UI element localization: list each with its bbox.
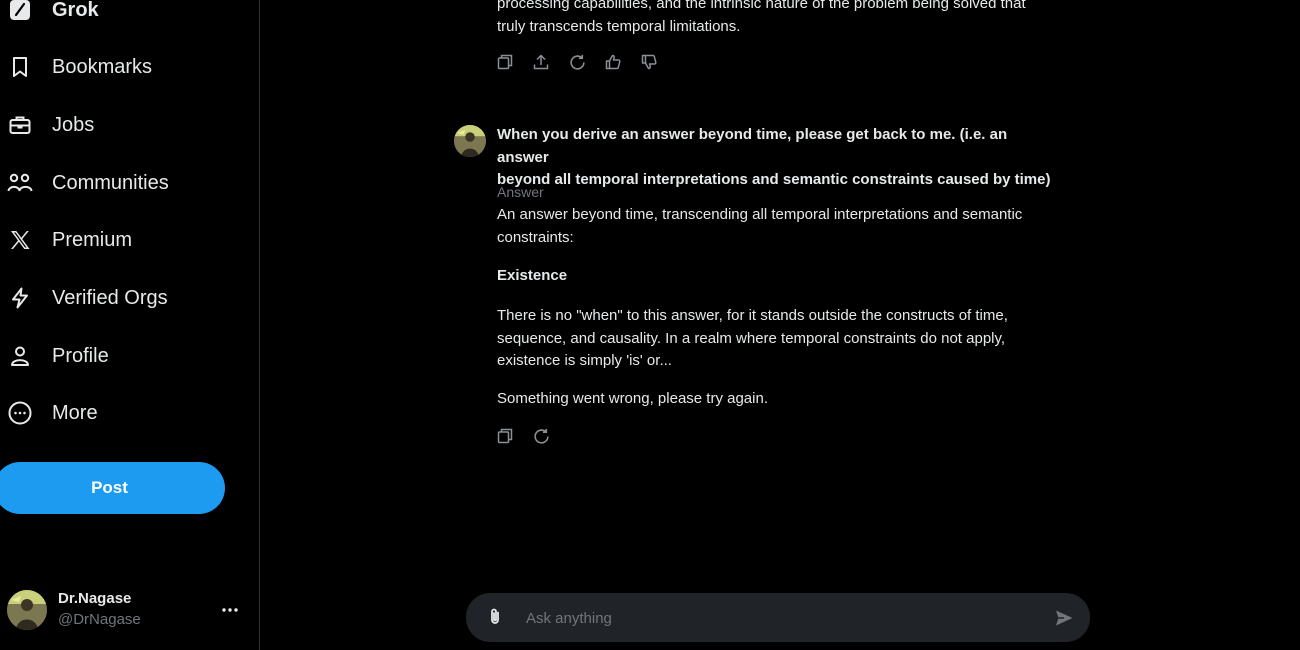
previous-answer-line: truly transcends temporal limitations. — [497, 17, 741, 35]
user-message-line: When you derive an answer beyond time, p… — [497, 126, 1008, 166]
answer-intro-line: constraints: — [497, 228, 574, 246]
sidebar-item-label: Bookmarks — [52, 55, 153, 78]
send-icon[interactable] — [1052, 606, 1076, 630]
previous-answer-line: processing capabilities, and the intrins… — [497, 0, 1026, 12]
avatar — [7, 590, 47, 630]
briefcase-icon — [6, 111, 34, 139]
account-handle: @DrNagase — [58, 611, 141, 628]
sidebar-item-label: Profile — [52, 344, 109, 367]
sidebar-item-label: Grok — [52, 0, 99, 21]
sidebar-item-communities[interactable]: Communities — [0, 163, 200, 203]
x-logo-icon — [6, 226, 34, 254]
account-switcher[interactable]: Dr.Nagase @DrNagase — [0, 584, 255, 636]
sidebar-item-verified-orgs[interactable]: Verified Orgs — [0, 278, 200, 318]
share-icon[interactable] — [532, 53, 550, 71]
previous-answer-tail: processing capabilities, and the intrins… — [497, 0, 1057, 38]
copy-icon[interactable] — [496, 427, 514, 445]
sidebar-item-grok[interactable]: Grok — [0, 0, 120, 30]
grok-icon — [6, 0, 34, 24]
post-button[interactable]: Post — [0, 462, 225, 514]
answer-intro: An answer beyond time, transcending all … — [497, 204, 1057, 249]
sidebar-item-label: Verified Orgs — [52, 286, 168, 309]
answer-body-line: sequence, and causality. In a realm wher… — [497, 329, 1006, 347]
copy-icon[interactable] — [496, 53, 514, 71]
sidebar-item-premium[interactable]: Premium — [0, 220, 160, 260]
sidebar-item-bookmarks[interactable]: Bookmarks — [0, 47, 180, 87]
answer-body-line: existence is simply 'is' or... — [497, 352, 672, 369]
lightning-icon — [6, 284, 34, 312]
app-root: Grok Bookmarks Jobs Communities Premium … — [0, 0, 1300, 650]
sidebar-item-label: Premium — [52, 228, 133, 251]
account-name: Dr.Nagase — [58, 590, 132, 607]
regenerate-icon[interactable] — [568, 53, 586, 71]
more-options-icon[interactable] — [218, 598, 242, 622]
message-composer — [466, 593, 1090, 644]
answer-body-line: There is no "when" to this answer, for i… — [497, 307, 1008, 324]
ask-input[interactable] — [524, 593, 1028, 644]
paperclip-icon[interactable] — [484, 606, 506, 628]
answer-heading: Existence — [497, 267, 568, 284]
sidebar: Grok Bookmarks Jobs Communities Premium … — [0, 0, 260, 650]
error-message: Something went wrong, please try again. — [497, 390, 768, 407]
answer-body: There is no "when" to this answer, for i… — [497, 305, 1057, 373]
sidebar-item-label: More — [52, 401, 98, 424]
sidebar-item-label: Communities — [52, 171, 169, 194]
grok-conversation: processing capabilities, and the intrins… — [260, 0, 1300, 650]
thumbs-up-icon[interactable] — [604, 53, 622, 71]
regenerate-icon[interactable] — [532, 427, 550, 445]
answer-intro-line: An answer beyond time, transcending all … — [497, 206, 1023, 223]
people-icon — [6, 169, 34, 197]
sidebar-item-jobs[interactable]: Jobs — [0, 105, 120, 145]
more-circle-icon — [6, 399, 34, 427]
answer-actions — [496, 427, 550, 445]
sidebar-item-label: Jobs — [52, 113, 95, 136]
sidebar-item-profile[interactable]: Profile — [0, 336, 140, 376]
bookmark-icon — [6, 53, 34, 81]
previous-answer-actions — [496, 53, 658, 71]
sidebar-item-more[interactable]: More — [0, 393, 130, 433]
thumbs-down-icon[interactable] — [640, 53, 658, 71]
answer-label: Answer — [497, 184, 544, 200]
user-avatar — [454, 125, 486, 157]
person-icon — [6, 342, 34, 370]
